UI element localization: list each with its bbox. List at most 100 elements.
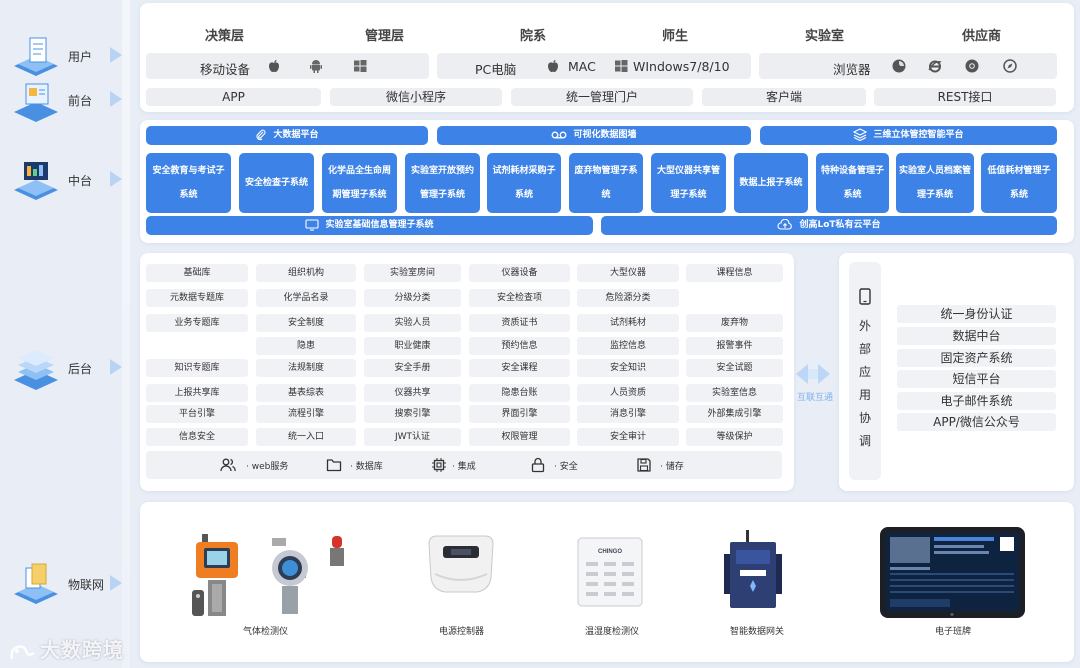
front-unified-portal[interactable]: 统一管理门户 (511, 88, 693, 106)
backend-item[interactable]: 搜索引擎 (364, 405, 461, 423)
external-app-wechat[interactable]: APP/微信公众号 (897, 413, 1056, 431)
power-controller-image[interactable] (425, 534, 497, 596)
subsystem-safety-education[interactable]: 安全教育与考试子系统 (146, 153, 231, 213)
backend-item[interactable]: 预约信息 (469, 337, 570, 355)
layer-middle[interactable]: 中台 (8, 152, 122, 208)
external-sms-platform[interactable]: 短信平台 (897, 370, 1056, 388)
backend-item[interactable]: 废弃物 (686, 314, 783, 332)
backend-item[interactable]: 等级保护 (686, 428, 783, 446)
backend-item[interactable]: 隐患台账 (469, 384, 570, 402)
role-laboratory[interactable]: 实验室 (805, 25, 844, 44)
electronic-class-board-image[interactable] (880, 527, 1025, 618)
layer-iot[interactable]: 物联网 (8, 556, 122, 612)
role-supplier[interactable]: 供应商 (962, 25, 1001, 44)
backend-item[interactable]: 法规制度 (256, 359, 356, 377)
visual-data-wall-label: 可视化数据图墙 (573, 130, 637, 140)
layer-front[interactable]: 前台 (8, 72, 122, 128)
backend-item[interactable]: 消息引擎 (577, 405, 679, 423)
3d-control-platform-bar[interactable]: 三维立体管控智能平台 (760, 126, 1057, 145)
external-data-middle[interactable]: 数据中台 (897, 327, 1056, 345)
backend-item[interactable]: 信息安全 (146, 428, 248, 446)
backend-item[interactable]: 分级分类 (364, 289, 461, 307)
backend-item[interactable]: 大型仪器 (577, 264, 679, 282)
backend-item[interactable]: 实验室信息 (686, 384, 783, 402)
lab-basic-info-label: 实验室基础信息管理子系统 (325, 220, 434, 230)
backend-item[interactable]: JWT认证 (364, 428, 461, 446)
external-unified-auth[interactable]: 统一身份认证 (897, 305, 1056, 323)
backend-item[interactable]: 外部集成引擎 (686, 405, 783, 423)
browser-bar[interactable]: 浏览器 (759, 53, 1057, 79)
backend-item[interactable]: 安全制度 (256, 314, 356, 332)
backend-item[interactable]: 职业健康 (364, 337, 461, 355)
temperature-humidity-detector-image[interactable]: CHINGO (576, 536, 644, 608)
backend-item[interactable]: 危险源分类 (577, 289, 679, 307)
subsystem-special-equipment[interactable]: 特种设备管理子系统 (816, 153, 889, 213)
backend-item[interactable]: 统一入口 (256, 428, 356, 446)
bigdata-platform-bar[interactable]: 大数据平台 (146, 126, 428, 145)
backend-item[interactable]: 基表综表 (256, 384, 356, 402)
backend-item[interactable]: 仪器共享 (364, 384, 461, 402)
backend-item[interactable]: 实验室房间 (364, 264, 461, 282)
front-rest-api[interactable]: REST接口 (874, 88, 1056, 106)
backend-item[interactable]: 安全课程 (469, 359, 570, 377)
role-department[interactable]: 院系 (520, 25, 546, 44)
backend-item[interactable]: 知识专题库 (146, 359, 248, 377)
backend-item[interactable]: 安全试题 (686, 359, 783, 377)
visual-data-wall-bar[interactable]: 可视化数据图墙 (437, 126, 751, 145)
lab-basic-info-bar[interactable]: 实验室基础信息管理子系统 (146, 216, 593, 235)
backend-item[interactable]: 界面引擎 (469, 405, 570, 423)
subsystem-chemical-lifecycle[interactable]: 化学品全生命周期管理子系统 (322, 153, 397, 213)
iot-private-cloud-bar[interactable]: 创高LoT私有云平台 (601, 216, 1057, 235)
backend-item[interactable]: 安全知识 (577, 359, 679, 377)
front-screen-icon (14, 83, 58, 122)
backend-item[interactable]: 业务专题库 (146, 314, 248, 332)
pc-device-bar[interactable]: PC电脑 MAC WIndows7/8/10 (437, 53, 751, 79)
watermark-logo-icon (10, 644, 35, 659)
front-wechat-miniprogram[interactable]: 微信小程序 (330, 88, 502, 106)
subsystem-instrument-sharing[interactable]: 大型仪器共享管理子系统 (651, 153, 726, 213)
front-app[interactable]: APP (146, 88, 321, 106)
iot-private-cloud-label: 创高LoT私有云平台 (799, 220, 881, 230)
layer-back[interactable]: 后台 (8, 340, 122, 396)
service-database: · 数据库 (350, 462, 383, 472)
role-management[interactable]: 管理层 (365, 25, 404, 44)
backend-item[interactable]: 仪器设备 (469, 264, 570, 282)
backend-item[interactable]: 安全手册 (364, 359, 461, 377)
backend-item[interactable]: 安全审计 (577, 428, 679, 446)
backend-item[interactable]: 试剂耗材 (577, 314, 679, 332)
backend-item[interactable]: 资质证书 (469, 314, 570, 332)
subsystem-safety-inspection[interactable]: 安全检查子系统 (239, 153, 314, 213)
backend-item[interactable]: 化学品名录 (256, 289, 356, 307)
apple-icon (269, 60, 279, 72)
backend-item[interactable]: 平台引擎 (146, 405, 248, 423)
subsystem-data-report[interactable]: 数据上报子系统 (734, 153, 808, 213)
backend-item[interactable]: 隐患 (256, 337, 356, 355)
role-teachers-students[interactable]: 师生 (662, 25, 688, 44)
external-fixed-assets[interactable]: 固定资产系统 (897, 349, 1056, 367)
backend-item[interactable]: 课程信息 (686, 264, 783, 282)
subsystem-waste-management[interactable]: 废弃物管理子系统 (569, 153, 643, 213)
gas-detector-image[interactable] (188, 528, 348, 620)
data-gateway-image[interactable] (722, 530, 784, 614)
backend-item[interactable]: 上报共享库 (146, 384, 248, 402)
mobile-device-bar[interactable]: 移动设备 (146, 53, 429, 79)
subsystem-reagent-purchase[interactable]: 试剂耗材采购子系统 (487, 153, 561, 213)
external-email-system[interactable]: 电子邮件系统 (897, 392, 1056, 410)
subsystem-personnel-archive[interactable]: 实验室人员档案管理子系统 (896, 153, 974, 213)
backend-item[interactable]: 安全检查项 (469, 289, 570, 307)
backend-item[interactable]: 组织机构 (256, 264, 356, 282)
backend-item[interactable]: 报警事件 (686, 337, 783, 355)
backend-item[interactable]: 元数据专题库 (146, 289, 248, 307)
backend-item[interactable]: 监控信息 (577, 337, 679, 355)
backend-item[interactable]: 实验人员 (364, 314, 461, 332)
subsystem-low-value-consumables[interactable]: 低值耗材管理子系统 (981, 153, 1057, 213)
front-client[interactable]: 客户端 (702, 88, 866, 106)
backend-item[interactable]: 基础库 (146, 264, 248, 282)
users-icon (220, 458, 236, 472)
backend-item[interactable]: 流程引擎 (256, 405, 356, 423)
safari-compass-icon (1003, 59, 1017, 73)
subsystem-lab-reservation[interactable]: 实验室开放预约管理子系统 (405, 153, 480, 213)
backend-item[interactable]: 权限管理 (469, 428, 570, 446)
role-decision[interactable]: 决策层 (205, 25, 244, 44)
backend-item[interactable]: 人员资质 (577, 384, 679, 402)
